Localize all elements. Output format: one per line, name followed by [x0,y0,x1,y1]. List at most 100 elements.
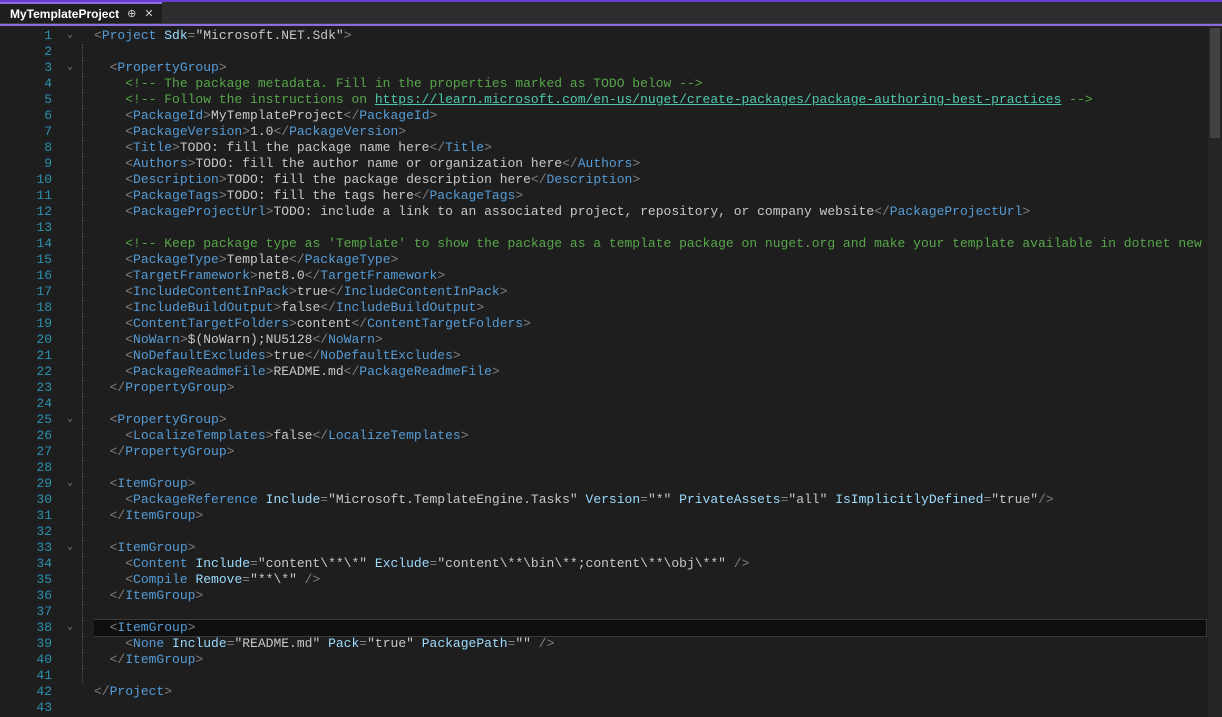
code-line[interactable]: <PackageReference Include="Microsoft.Tem… [94,492,1208,508]
code-line[interactable]: <IncludeContentInPack>true</IncludeConte… [94,284,1208,300]
code-line[interactable]: <PackageId>MyTemplateProject</PackageId> [94,108,1208,124]
code-line[interactable] [94,460,1208,476]
code-line[interactable] [94,604,1208,620]
code-line[interactable]: </ItemGroup> [94,652,1208,668]
hyperlink[interactable]: https://learn.microsoft.com/en-us/nuget/… [375,92,1062,107]
code-line[interactable]: <Authors>TODO: fill the author name or o… [94,156,1208,172]
fold-toggle[interactable] [62,700,78,716]
code-line[interactable]: <!-- The package metadata. Fill in the p… [94,76,1208,92]
code-line[interactable]: <PackageType>Template</PackageType> [94,252,1208,268]
code-line[interactable] [94,524,1208,540]
code-line[interactable] [94,44,1208,60]
code-line[interactable]: <PropertyGroup> [94,412,1208,428]
code-line[interactable] [94,220,1208,236]
fold-toggle[interactable]: ⌄ [62,620,78,636]
fold-toggle[interactable] [62,428,78,444]
code-line[interactable]: <None Include="README.md" Pack="true" Pa… [94,636,1208,652]
fold-toggle[interactable] [62,636,78,652]
close-icon[interactable]: ✕ [144,7,153,20]
fold-toggle[interactable] [62,332,78,348]
fold-toggle[interactable] [62,556,78,572]
fold-toggle[interactable] [62,348,78,364]
fold-toggle[interactable] [62,252,78,268]
fold-toggle[interactable] [62,236,78,252]
pin-icon[interactable]: ⊕ [127,7,136,20]
code-line[interactable]: <PackageReadmeFile>README.md</PackageRea… [94,364,1208,380]
fold-toggle[interactable] [62,492,78,508]
code-line[interactable]: <ItemGroup> [94,476,1208,492]
code-line[interactable]: </PropertyGroup> [94,444,1208,460]
fold-column[interactable]: ⌄ ⌄ ⌄ ⌄ ⌄ ⌄ [62,26,78,717]
code-line[interactable]: <Compile Remove="**\*" /> [94,572,1208,588]
fold-toggle[interactable]: ⌄ [62,28,78,44]
fold-toggle[interactable]: ⌄ [62,540,78,556]
fold-toggle[interactable] [62,188,78,204]
fold-toggle[interactable] [62,140,78,156]
fold-toggle[interactable]: ⌄ [62,60,78,76]
fold-toggle[interactable] [62,284,78,300]
code-line[interactable]: </Project> [94,684,1208,700]
fold-toggle[interactable] [62,92,78,108]
code-line[interactable]: <ItemGroup> [94,540,1208,556]
punctuation: > [484,140,492,155]
code-line[interactable] [94,668,1208,684]
fold-toggle[interactable] [62,44,78,60]
code-line[interactable]: <PackageTags>TODO: fill the tags here</P… [94,188,1208,204]
fold-toggle[interactable] [62,684,78,700]
fold-toggle[interactable] [62,172,78,188]
code-line[interactable]: <Title>TODO: fill the package name here<… [94,140,1208,156]
fold-toggle[interactable] [62,572,78,588]
code-line[interactable] [94,700,1208,716]
fold-toggle[interactable] [62,316,78,332]
fold-toggle[interactable] [62,652,78,668]
code-line[interactable] [94,396,1208,412]
code-line[interactable]: </PropertyGroup> [94,380,1208,396]
code-editor[interactable]: 1234567891011121314151617181920212223242… [0,26,1222,717]
code-line[interactable]: <ItemGroup> [94,620,1206,636]
xml-tag-name: IncludeContentInPack [344,284,500,299]
fold-toggle[interactable] [62,508,78,524]
code-line[interactable]: <NoWarn>$(NoWarn);NU5128</NoWarn> [94,332,1208,348]
code-line[interactable]: <PropertyGroup> [94,60,1208,76]
fold-toggle[interactable] [62,588,78,604]
fold-toggle[interactable] [62,108,78,124]
code-line[interactable]: <Description>TODO: fill the package desc… [94,172,1208,188]
code-line[interactable]: <PackageProjectUrl>TODO: include a link … [94,204,1208,220]
fold-toggle[interactable] [62,300,78,316]
code-line[interactable]: <ContentTargetFolders>content</ContentTa… [94,316,1208,332]
code-content[interactable]: <Project Sdk="Microsoft.NET.Sdk"> <Prope… [94,26,1208,717]
code-line[interactable]: <LocalizeTemplates>false</LocalizeTempla… [94,428,1208,444]
fold-toggle[interactable]: ⌄ [62,412,78,428]
fold-toggle[interactable] [62,604,78,620]
fold-toggle[interactable] [62,668,78,684]
code-line[interactable]: <IncludeBuildOutput>false</IncludeBuildO… [94,300,1208,316]
code-line[interactable]: <NoDefaultExcludes>true</NoDefaultExclud… [94,348,1208,364]
fold-toggle[interactable] [62,444,78,460]
fold-toggle[interactable] [62,396,78,412]
vertical-scrollbar[interactable] [1208,26,1222,717]
code-line[interactable]: </ItemGroup> [94,508,1208,524]
code-line[interactable]: <!-- Keep package type as 'Template' to … [94,236,1208,252]
code-line[interactable]: <Content Include="content\**\*" Exclude=… [94,556,1208,572]
fold-toggle[interactable] [62,220,78,236]
fold-toggle[interactable] [62,204,78,220]
fold-toggle[interactable]: ⌄ [62,476,78,492]
fold-toggle[interactable] [62,380,78,396]
code-line[interactable]: </ItemGroup> [94,588,1208,604]
code-line[interactable]: <PackageVersion>1.0</PackageVersion> [94,124,1208,140]
fold-toggle[interactable] [62,124,78,140]
code-line[interactable]: <TargetFramework>net8.0</TargetFramework… [94,268,1208,284]
code-line[interactable]: <Project Sdk="Microsoft.NET.Sdk"> [94,28,1208,44]
fold-toggle[interactable] [62,364,78,380]
xml-tag-name: Project [110,684,165,699]
fold-toggle[interactable] [62,460,78,476]
fold-toggle[interactable] [62,76,78,92]
tab-active[interactable]: MyTemplateProject ⊕ ✕ [0,2,162,23]
xml-tag-name: IncludeContentInPack [133,284,289,299]
fold-toggle[interactable] [62,524,78,540]
scrollbar-thumb[interactable] [1210,28,1220,138]
code-line[interactable]: <!-- Follow the instructions on https://… [94,92,1208,108]
punctuation [94,92,125,107]
fold-toggle[interactable] [62,156,78,172]
fold-toggle[interactable] [62,268,78,284]
